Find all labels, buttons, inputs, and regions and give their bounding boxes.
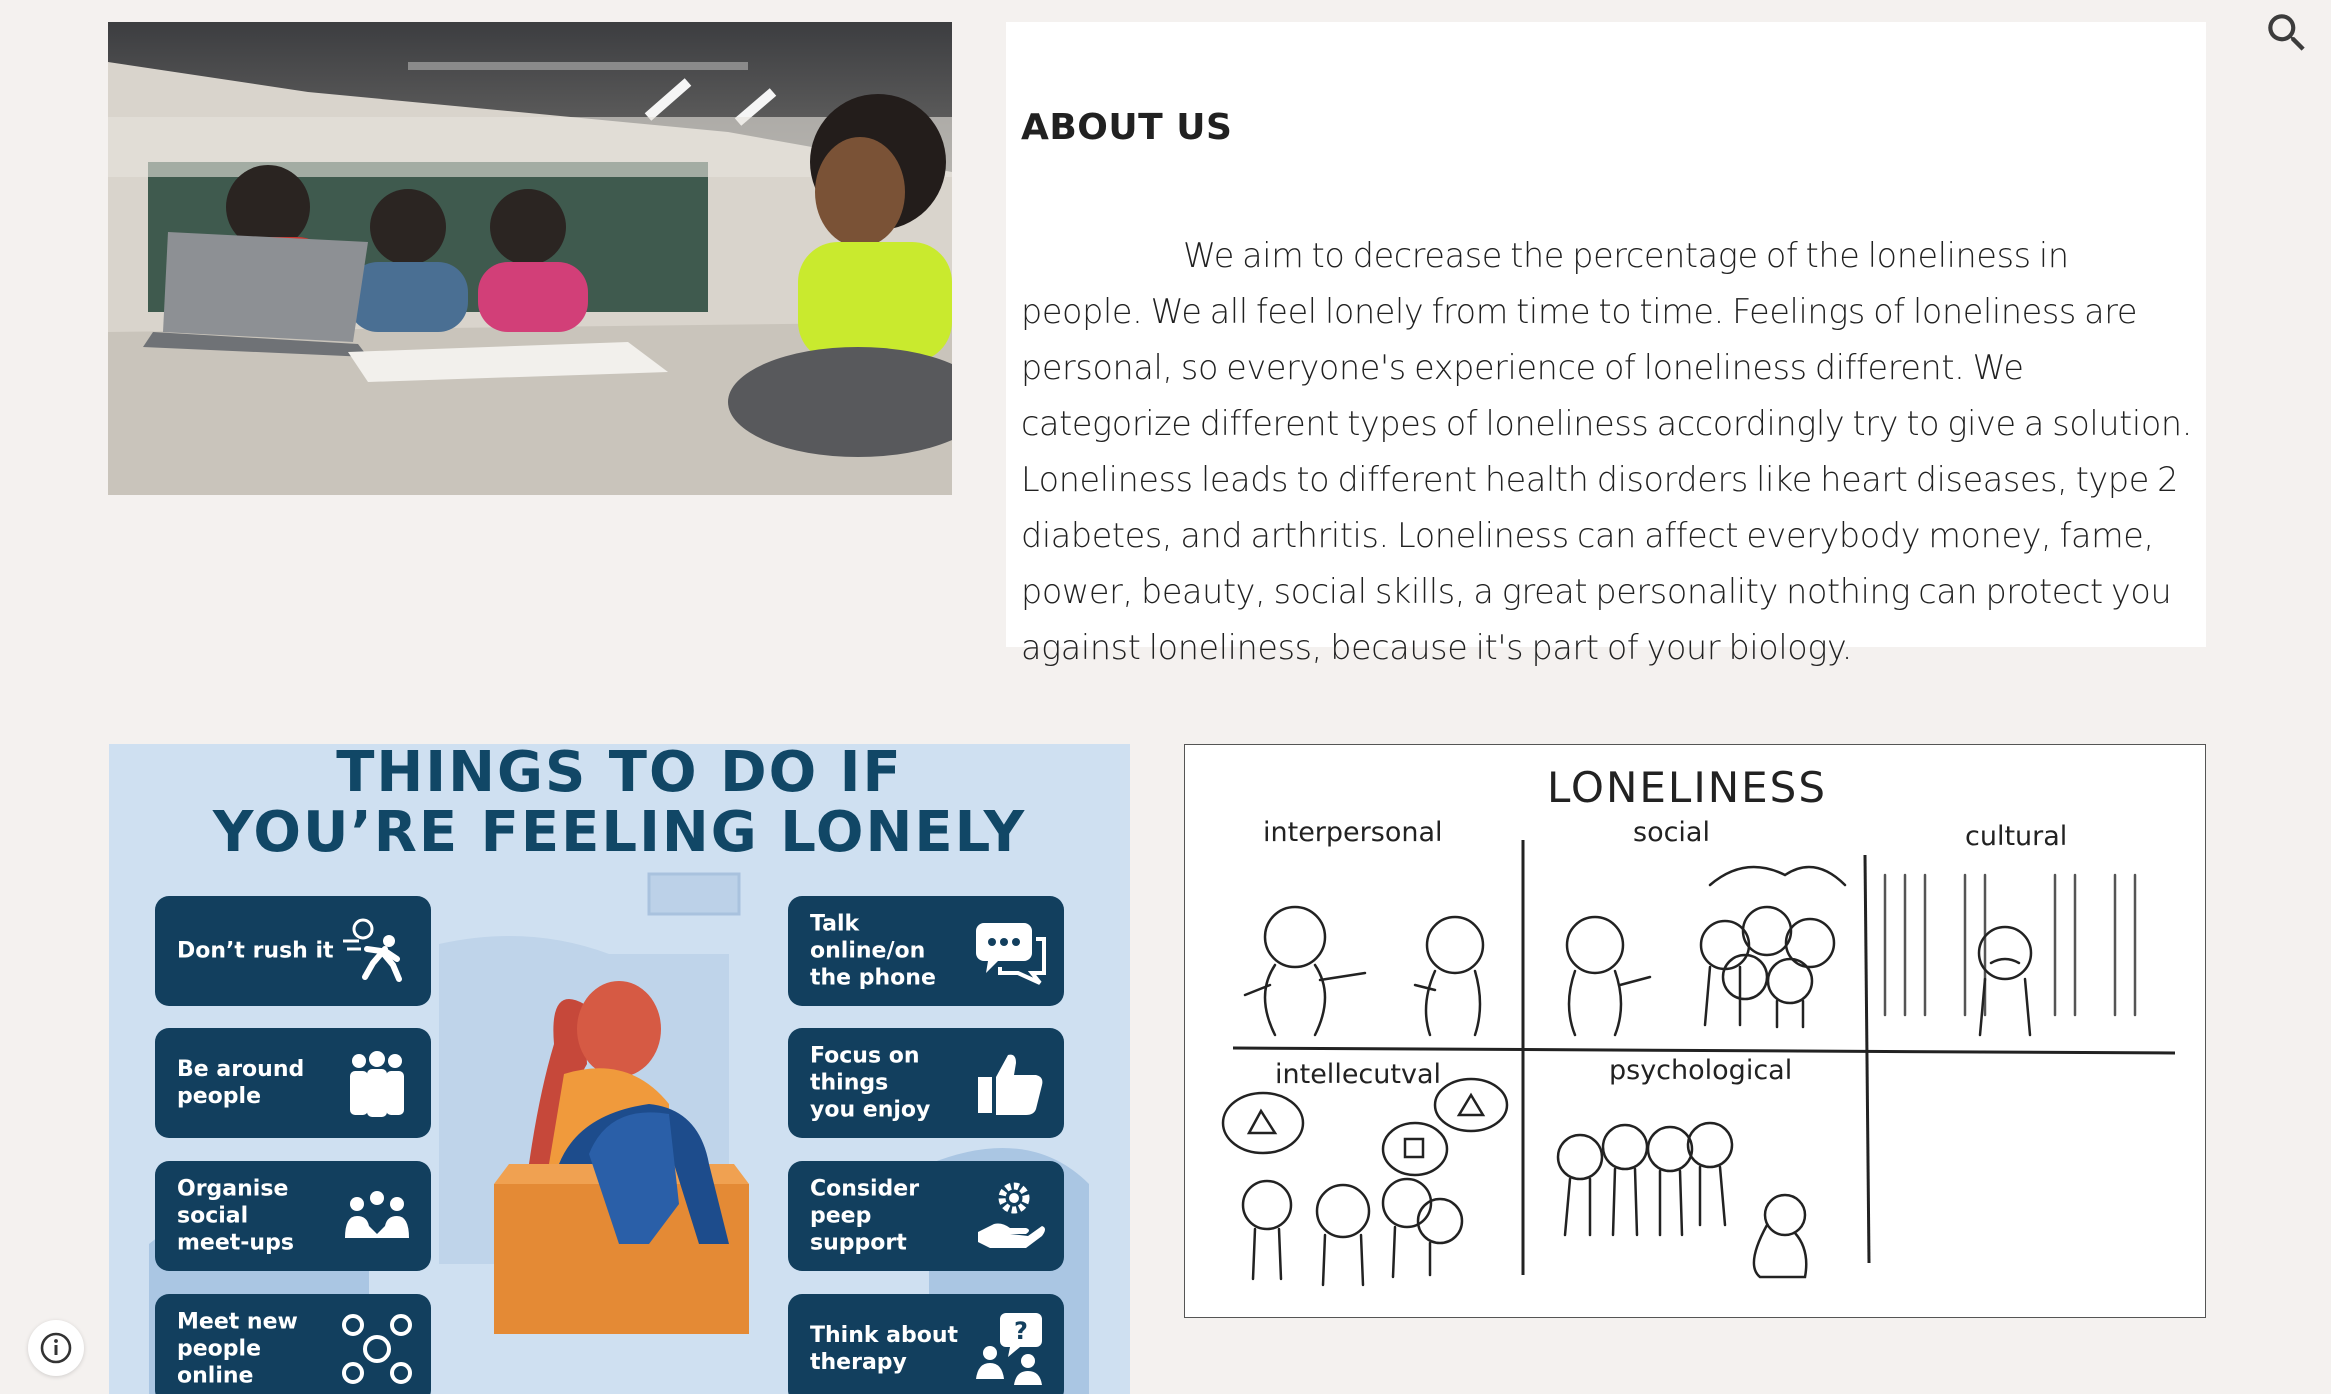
about-card: ABOUT US We aim to decrease the percenta…	[1006, 22, 2206, 667]
tip-organise-social-meetups: Organise social meet-ups	[155, 1161, 431, 1271]
info-icon	[40, 1332, 72, 1364]
therapy-icon: ?	[976, 1313, 1042, 1385]
tip-meet-new-people-online: Meet new people online	[155, 1294, 431, 1394]
group-people-icon	[350, 1051, 404, 1117]
tip-talk-online-phone: Talk online/on the phone	[788, 896, 1064, 1006]
search-icon	[2268, 14, 2305, 51]
sketch-title: LONELINESS	[1547, 763, 1827, 812]
label-cultural: cultural	[1965, 821, 2067, 852]
tip-think-about-therapy: Think about therapy ?	[788, 1294, 1064, 1394]
site-info-button[interactable]	[28, 1320, 84, 1376]
gear-hand-icon	[978, 1182, 1045, 1248]
infographic-title-line2: YOU’RE FEELING LONELY	[212, 800, 1027, 865]
loneliness-types-sketch: LONELINESS interpersonal social cultural…	[1184, 744, 2206, 1318]
lonely-tips-infographic: THINGS TO DO IF YOU’RE FEELING LONELY Do…	[109, 744, 1130, 1394]
svg-text:?: ?	[1014, 1317, 1028, 1345]
tip-consider-peep-support: Consider peep support	[788, 1161, 1064, 1271]
infographic-title-line1: THINGS TO DO IF	[336, 744, 903, 805]
about-title: ABOUT US	[1021, 107, 1233, 148]
tip-be-around-people: Be around people	[155, 1028, 431, 1138]
label-psychological: psychological	[1609, 1055, 1792, 1086]
chat-bubbles-icon	[976, 923, 1046, 985]
search-button[interactable]	[2262, 8, 2312, 58]
tip-dont-rush-it: Don’t rush it	[155, 896, 431, 1006]
thumbs-up-icon	[978, 1054, 1043, 1115]
meetup-icon	[345, 1191, 409, 1238]
network-people-icon	[342, 1314, 412, 1384]
running-person-icon	[343, 918, 402, 982]
label-interpersonal: interpersonal	[1263, 817, 1443, 848]
label-social: social	[1633, 817, 1710, 848]
team-photo	[108, 22, 952, 495]
tip-focus-on-things-you-enjoy: Focus on things you enjoy	[788, 1028, 1064, 1138]
about-body: We aim to decrease the percentage of the…	[1021, 236, 2192, 667]
label-intellecutval: intellecutval	[1275, 1059, 1441, 1090]
